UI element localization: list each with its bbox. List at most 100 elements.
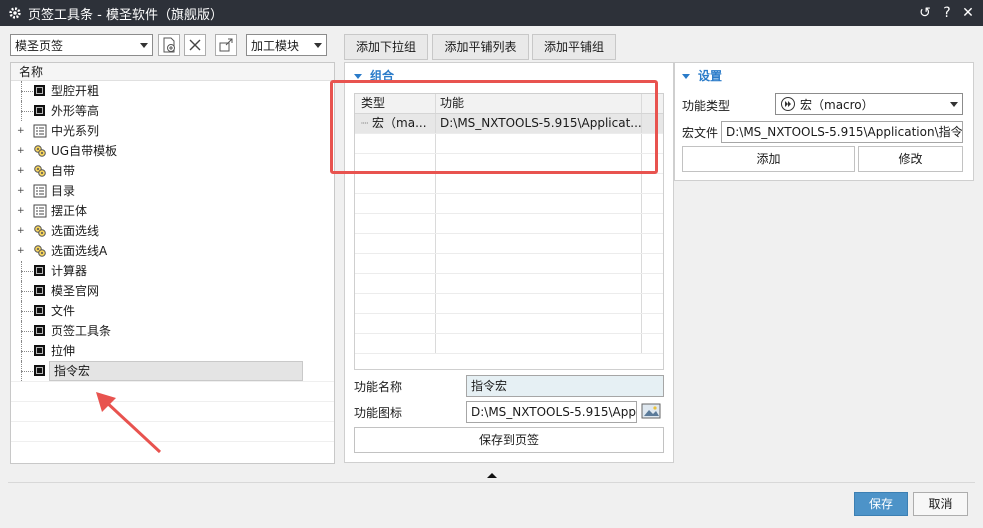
- collapse-handle-icon[interactable]: [487, 473, 497, 478]
- tree-item[interactable]: 指令宏: [11, 361, 334, 381]
- macro-play-icon: [781, 97, 795, 111]
- black-square-icon: [33, 344, 47, 358]
- tree-item[interactable]: + 自带: [11, 161, 334, 181]
- new-tab-button[interactable]: [158, 34, 180, 56]
- tree-item[interactable]: + 摆正体: [11, 201, 334, 221]
- grid-row: [355, 174, 663, 194]
- tree-item[interactable]: + 选面选线: [11, 221, 334, 241]
- tree-item-label: 指令宏: [49, 361, 303, 381]
- func-type-select[interactable]: 宏（macro）: [775, 93, 963, 115]
- grid-cell-function: [436, 334, 642, 353]
- cancel-button[interactable]: 取消: [913, 492, 968, 516]
- expand-plus-icon[interactable]: +: [17, 207, 25, 216]
- black-square-icon: [33, 84, 47, 98]
- func-icon-path-field[interactable]: D:\MS_NXTOOLS-5.915\App: [466, 401, 637, 423]
- tree-item-label: 页签工具条: [51, 324, 112, 338]
- save-button[interactable]: 保存: [854, 492, 908, 516]
- expand-plus-icon[interactable]: +: [17, 167, 25, 176]
- tree-item[interactable]: 计算器: [11, 261, 334, 281]
- add-dropdown-group-tab[interactable]: 添加下拉组: [344, 34, 428, 60]
- tree-item[interactable]: 拉伸: [11, 341, 334, 361]
- expand-plus-icon[interactable]: +: [17, 187, 25, 196]
- grid-row: [355, 214, 663, 234]
- tree-item[interactable]: 模圣官网: [11, 281, 334, 301]
- browse-image-button[interactable]: [641, 402, 663, 422]
- func-name-label: 功能名称: [354, 380, 403, 394]
- black-square-icon: [33, 304, 47, 318]
- gear-group-icon: [33, 144, 47, 158]
- tree-item-label: 文件: [51, 304, 76, 318]
- tab-select-value: 模圣页签: [15, 38, 64, 53]
- grid-row: [355, 294, 663, 314]
- tree-item[interactable]: + UG自带模板: [11, 141, 334, 161]
- reset-icon[interactable]: ↺: [916, 4, 934, 22]
- tab-select[interactable]: 模圣页签: [10, 34, 153, 56]
- tree-item-label: 型腔开粗: [51, 84, 100, 98]
- expand-plus-icon[interactable]: +: [17, 227, 25, 236]
- expand-plus-icon[interactable]: +: [17, 147, 25, 156]
- close-icon[interactable]: ✕: [959, 4, 977, 22]
- grid-cell-type: [355, 254, 436, 273]
- collapse-icon: [354, 74, 362, 79]
- func-type-label: 功能类型: [682, 99, 731, 113]
- add-tile-group-tab[interactable]: 添加平铺组: [532, 34, 616, 60]
- grid-cell-function: [436, 294, 642, 313]
- tree-item[interactable]: 外形等高: [11, 101, 334, 121]
- tree-item-label: 目录: [51, 184, 76, 198]
- tree-item-label: 外形等高: [51, 104, 100, 118]
- empty-row: [11, 421, 334, 441]
- gear-group-icon: [33, 244, 47, 258]
- list-icon: [33, 204, 47, 218]
- export-button[interactable]: [215, 34, 237, 56]
- tab-tree[interactable]: 名称 型腔开粗 外形等高 + 中光系列 + UG自带模板 + 自带 + 目录 + 摆正体 + 选面选线 + 选…: [10, 62, 335, 464]
- footer-divider: [8, 482, 975, 483]
- new-page-icon: [163, 37, 175, 53]
- tree-header: 名称: [11, 63, 334, 81]
- export-icon: [219, 38, 233, 52]
- tree-item-label: 选面选线A: [51, 244, 108, 258]
- list-icon: [33, 124, 47, 138]
- tree-item-label: UG自带模板: [51, 144, 118, 158]
- gear-group-icon: [33, 164, 47, 178]
- tree-item[interactable]: 页签工具条: [11, 321, 334, 341]
- black-square-icon: [33, 284, 47, 298]
- save-to-tab-button[interactable]: 保存到页签: [354, 427, 664, 453]
- grid-cell-type: [355, 234, 436, 253]
- grid-row: [355, 254, 663, 274]
- tree-item[interactable]: + 选面选线A: [11, 241, 334, 261]
- add-tile-list-tab[interactable]: 添加平铺列表: [432, 34, 529, 60]
- grid-cell-type: [355, 214, 436, 233]
- delete-button[interactable]: [184, 34, 206, 56]
- grid-cell-function: [436, 274, 642, 293]
- grid-cell-function: [436, 254, 642, 273]
- grid-cell-function: [436, 174, 642, 193]
- title-bar: 页签工具条 - 模圣软件（旗舰版） ↺ ? ✕: [0, 0, 983, 26]
- settings-section-title[interactable]: 设置: [682, 67, 722, 84]
- tree-item-label: 拉伸: [51, 344, 76, 358]
- modify-button[interactable]: 修改: [858, 146, 963, 172]
- chevron-down-icon: [314, 43, 322, 48]
- expand-plus-icon[interactable]: +: [17, 127, 25, 136]
- grid-row: [355, 234, 663, 254]
- module-select-value: 加工模块: [251, 38, 300, 53]
- black-square-icon: [33, 324, 47, 338]
- grid-row: [355, 314, 663, 334]
- add-button[interactable]: 添加: [682, 146, 855, 172]
- func-icon-label: 功能图标: [354, 406, 403, 420]
- grid-cell-function: [436, 234, 642, 253]
- expand-plus-icon[interactable]: +: [17, 247, 25, 256]
- grid-cell-type: [355, 314, 436, 333]
- tree-item-label: 自带: [51, 164, 76, 178]
- chevron-down-icon: [140, 43, 148, 48]
- help-icon[interactable]: ?: [938, 4, 956, 22]
- tree-item[interactable]: 文件: [11, 301, 334, 321]
- tree-item[interactable]: + 中光系列: [11, 121, 334, 141]
- tree-item[interactable]: 型腔开粗: [11, 81, 334, 101]
- macro-file-field[interactable]: D:\MS_NXTOOLS-5.915\Application\指令: [721, 121, 963, 143]
- module-select[interactable]: 加工模块: [246, 34, 327, 56]
- func-name-field[interactable]: 指令宏: [466, 375, 664, 397]
- tree-item[interactable]: + 目录: [11, 181, 334, 201]
- tree-item-label: 选面选线: [51, 224, 100, 238]
- grid-row: [355, 194, 663, 214]
- tree-rows: 型腔开粗 外形等高 + 中光系列 + UG自带模板 + 自带 + 目录 + 摆正体 + 选面选线 + 选面选线…: [11, 81, 334, 461]
